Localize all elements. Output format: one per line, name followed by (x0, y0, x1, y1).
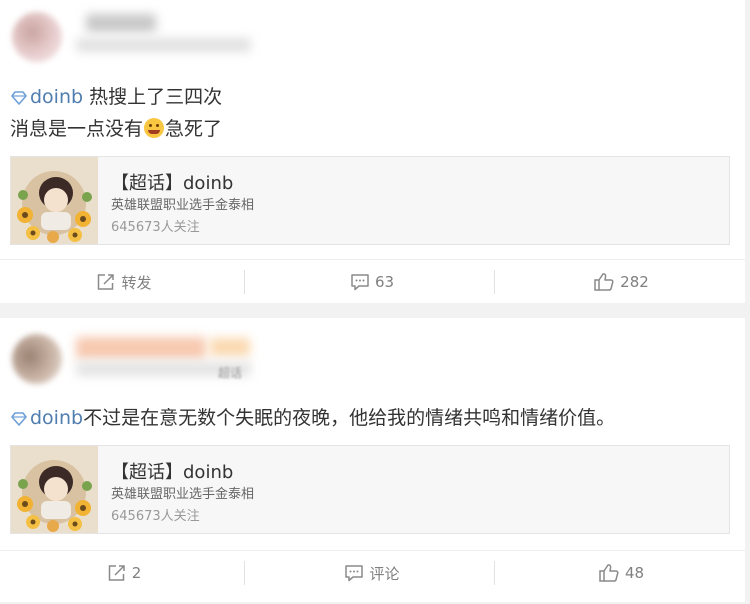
post-source: 超话 (218, 366, 243, 380)
card-title: 【超话】doinb (111, 173, 234, 194)
comment-count: 63 (374, 273, 395, 291)
post-text: 不过是在意无数个失眠的夜晚，他给我的情绪共鸣和情绪价值。 (83, 407, 616, 429)
post-action-bar: 转发 63 282 (0, 259, 745, 304)
diamond-icon (11, 90, 27, 105)
like-count: 48 (624, 564, 645, 582)
post-text: 消息是一点没有 (10, 118, 144, 140)
repost-count: 2 (131, 564, 142, 582)
repost-button[interactable]: 转发 (0, 260, 248, 304)
user-badge-blurred (210, 338, 250, 356)
post-text: 热搜上了三四次 (83, 86, 223, 108)
divider (244, 270, 245, 294)
like-button[interactable]: 282 (497, 260, 745, 304)
super-topic-thumbnail (11, 157, 98, 244)
post-meta-blurred (76, 38, 251, 52)
like-count: 282 (620, 273, 649, 291)
topic-link[interactable]: doinb (10, 407, 83, 429)
share-arrow-icon (98, 274, 115, 290)
repost-label: 转发 (121, 273, 152, 292)
card-follower-count: 645673人关注 (111, 220, 200, 235)
post-text-line: doinb 热搜上了三四次 (10, 82, 222, 109)
avatar[interactable] (12, 334, 62, 384)
card-title: 【超话】doinb (111, 462, 234, 483)
topic-link[interactable]: doinb (10, 86, 83, 108)
comment-button[interactable]: 63 (248, 260, 496, 304)
card-description: 英雄联盟职业选手金泰相 (111, 198, 255, 213)
thumbs-up-icon (594, 273, 614, 291)
crying-face-emoji (144, 118, 165, 138)
feed-post: doinb 热搜上了三四次 消息是一点没有 急死了 【超话】doinb 英雄联盟职… (0, 0, 745, 303)
username-blurred[interactable] (76, 337, 206, 359)
divider (494, 561, 495, 585)
super-topic-card[interactable]: 【超话】doinb 英雄联盟职业选手金泰相 645673人关注 (10, 445, 730, 534)
post-text: 急死了 (165, 118, 223, 140)
post-text-line: 消息是一点没有 急死了 (10, 114, 222, 141)
card-description: 英雄联盟职业选手金泰相 (111, 487, 255, 502)
repost-button[interactable]: 2 (0, 551, 248, 595)
comment-bubble-icon (351, 274, 369, 291)
card-follower-count: 645673人关注 (111, 509, 200, 524)
divider (494, 270, 495, 294)
super-topic-thumbnail (11, 446, 98, 533)
divider (244, 561, 245, 585)
feed-post: 超话 doinb不过是在意无数个失眠的夜晚，他给我的情绪共鸣和情绪价值。 【超话… (0, 318, 745, 602)
diamond-icon (11, 411, 27, 426)
super-topic-card[interactable]: 【超话】doinb 英雄联盟职业选手金泰相 645673人关注 (10, 156, 730, 245)
comment-bubble-icon (345, 565, 364, 582)
post-text-line: doinb不过是在意无数个失眠的夜晚，他给我的情绪共鸣和情绪价值。 (10, 403, 615, 430)
thumbs-up-icon (599, 564, 619, 582)
comment-button[interactable]: 评论 (248, 551, 496, 595)
username-blurred[interactable] (86, 14, 156, 32)
avatar[interactable] (12, 12, 62, 62)
like-button[interactable]: 48 (497, 551, 745, 595)
post-action-bar: 2 评论 48 (0, 550, 745, 595)
share-arrow-icon (108, 565, 125, 581)
comment-label: 评论 (369, 564, 400, 583)
